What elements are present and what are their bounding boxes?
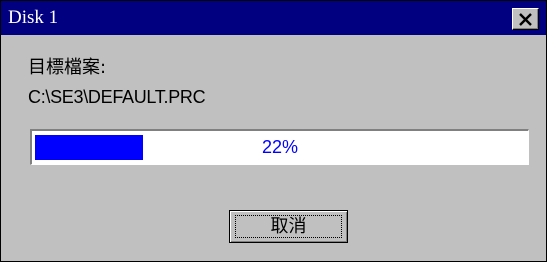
title-bar[interactable]: Disk 1 [1,1,546,35]
progress-dialog: Disk 1 目標檔案: C:\SE3\DEFAULT.PRC 22% 取消 [0,0,547,262]
target-file-label: 目標檔案: [28,57,107,78]
progress-percent: 22% [261,137,299,157]
progress-bar: 22% [30,129,529,165]
window-title: Disk 1 [8,7,59,28]
cancel-button-label: 取消 [270,216,307,237]
close-button[interactable] [512,8,539,30]
close-icon [519,13,532,26]
target-file-path: C:\SE3\DEFAULT.PRC [28,87,206,107]
cancel-button[interactable]: 取消 [229,210,348,243]
